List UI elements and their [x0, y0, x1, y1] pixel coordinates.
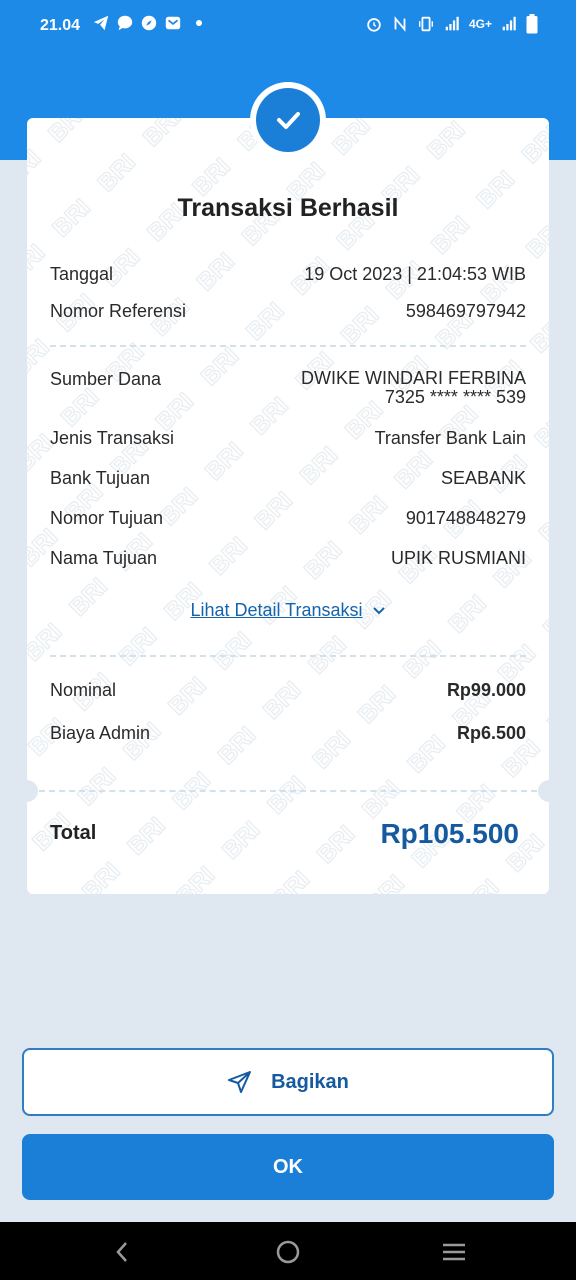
row-date-value: 19 Oct 2023 | 21:04:53 WIB — [304, 264, 526, 284]
total-value: Rp105.500 — [380, 818, 519, 849]
send-icon — [228, 1071, 252, 1093]
home-button[interactable] — [274, 1238, 302, 1266]
row-destination-name-value: UPIK RUSMIANI — [390, 548, 526, 568]
row-nominal-label: Nominal — [50, 680, 117, 700]
row-destination-bank-value: SEABANK — [440, 468, 526, 488]
share-button-label: Bagikan — [271, 1070, 349, 1093]
back-button[interactable] — [108, 1238, 136, 1266]
row-nominal-value: Rp99.000 — [446, 680, 526, 700]
success-badge — [250, 82, 326, 158]
row-source: Sumber Dana DWIKE WINDARI FERBINA 7325 *… — [50, 369, 526, 407]
row-destination-number: Nomor Tujuan 901748848279 — [50, 508, 526, 529]
row-destination-bank-label: Bank Tujuan — [50, 468, 151, 488]
source-account-name: DWIKE WINDARI FERBINA — [300, 368, 526, 388]
total-label: Total — [50, 822, 97, 844]
ok-button-label: OK — [273, 1155, 303, 1178]
row-reference: Nomor Referensi 598469797942 — [50, 301, 526, 322]
row-transaction-type: Jenis Transaksi Transfer Bank Lain — [50, 428, 526, 449]
home-icon — [276, 1240, 300, 1264]
battery-icon — [526, 14, 538, 34]
row-admin-fee: Biaya Admin Rp6.500 — [50, 723, 526, 744]
chevron-down-icon — [372, 607, 385, 615]
row-destination-number-label: Nomor Tujuan — [50, 508, 164, 528]
system-icons: 4G+ — [365, 14, 538, 34]
vibrate-icon — [418, 16, 434, 32]
bri-watermark: BRI — [27, 118, 549, 894]
row-admin-fee-value: Rp6.500 — [456, 723, 526, 743]
row-source-label: Sumber Dana — [50, 369, 162, 389]
status-time: 21.04 — [40, 17, 81, 34]
source-account-number: 7325 **** **** 539 — [384, 387, 526, 407]
chat-bubble-icon — [117, 15, 133, 31]
row-transaction-type-value: Transfer Bank Lain — [374, 428, 526, 448]
row-date-label: Tanggal — [50, 264, 114, 284]
network-type: 4G+ — [468, 17, 492, 31]
detail-transaction-link[interactable]: Lihat Detail Transaksi — [27, 600, 549, 621]
receipt-card: BRI Transaksi Berhasil Tanggal 19 Oct 20… — [27, 118, 549, 894]
signal-icon — [445, 16, 459, 31]
alarm-icon — [367, 18, 381, 32]
row-nominal: Nominal Rp99.000 — [50, 680, 526, 701]
telegram-icon — [93, 15, 109, 31]
detail-link-text: Lihat Detail Transaksi — [190, 600, 363, 620]
navigation-bar — [0, 1222, 576, 1280]
share-button[interactable]: Bagikan — [22, 1048, 554, 1116]
section-divider — [50, 345, 526, 347]
check-icon — [277, 112, 300, 129]
mail-icon — [165, 16, 181, 30]
row-destination-name-label: Nama Tujuan — [50, 548, 158, 568]
section-divider — [50, 655, 526, 657]
ticket-notch-left — [27, 780, 38, 802]
row-transaction-type-label: Jenis Transaksi — [50, 428, 175, 448]
row-admin-fee-label: Biaya Admin — [50, 723, 151, 743]
recents-button[interactable] — [440, 1238, 468, 1266]
row-destination-number-value: 901748848279 — [405, 508, 526, 528]
signal-2-icon — [502, 16, 516, 31]
back-icon — [116, 1242, 127, 1262]
ticket-notch-right — [538, 780, 549, 802]
more-notifications-dot — [196, 20, 202, 26]
row-reference-label: Nomor Referensi — [50, 301, 187, 321]
ok-button[interactable]: OK — [22, 1134, 554, 1200]
nfc-icon — [394, 16, 406, 32]
total-divider — [39, 790, 537, 792]
row-date: Tanggal 19 Oct 2023 | 21:04:53 WIB — [50, 264, 526, 285]
row-reference-value: 598469797942 — [405, 301, 526, 321]
status-bar: 21.04 4G+ — [0, 0, 576, 52]
transaction-title: Transaksi Berhasil — [177, 194, 399, 222]
row-source-value: DWIKE WINDARI FERBINA 7325 **** **** 539 — [301, 369, 526, 407]
menu-icon — [443, 1243, 465, 1261]
compass-icon — [141, 15, 157, 31]
row-destination-bank: Bank Tujuan SEABANK — [50, 468, 526, 489]
row-destination-name: Nama Tujuan UPIK RUSMIANI — [50, 548, 526, 569]
notification-icons — [92, 14, 202, 32]
